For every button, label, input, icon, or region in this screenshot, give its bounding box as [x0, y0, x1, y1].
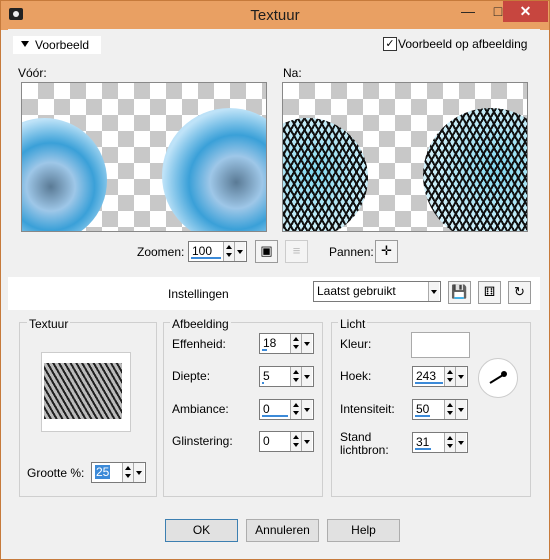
angle-spin-arrows[interactable]	[444, 367, 455, 386]
angle-value: 243	[416, 369, 437, 383]
position-label-line2: lichtbron:	[340, 443, 389, 457]
dice-icon[interactable]: ⚅	[478, 281, 501, 304]
save-icon[interactable]: 💾	[448, 281, 471, 304]
after-sphere-left	[283, 118, 368, 231]
depth-value-bar	[262, 382, 264, 384]
title-bar[interactable]: Textuur — □ ✕	[1, 1, 549, 30]
after-preview[interactable]	[282, 82, 528, 232]
ok-button[interactable]: OK	[165, 519, 238, 542]
zoom-spin-arrows[interactable]	[223, 242, 234, 261]
preview-toggle-label: Voorbeeld	[35, 38, 90, 52]
intensity-value: 50	[416, 402, 430, 416]
smoothness-value: 18	[263, 336, 277, 350]
preview-on-image-label: Voorbeeld op afbeelding	[398, 37, 528, 51]
smoothness-value-bar	[262, 349, 267, 351]
settings-label: Instellingen	[168, 287, 229, 301]
light-group-title: Licht	[338, 317, 368, 331]
pan-label: Pannen:	[329, 245, 374, 259]
position-spin-arrows[interactable]	[444, 433, 455, 452]
depth-dropdown-arrow[interactable]	[301, 367, 312, 386]
angle-dial-icon[interactable]	[478, 358, 518, 398]
shininess-value: 0	[263, 434, 270, 448]
collapse-arrow-icon	[21, 41, 29, 47]
ambiance-spin-arrows[interactable]	[290, 400, 301, 419]
after-sphere-right	[423, 108, 527, 231]
zoom-dropdown-arrow[interactable]	[234, 242, 245, 261]
zoom-label: Zoomen:	[137, 245, 185, 259]
shininess-spin-arrows[interactable]	[290, 432, 301, 451]
cancel-button[interactable]: Annuleren	[246, 519, 319, 542]
size-label: Grootte %:	[27, 466, 85, 480]
size-spinner[interactable]: 25	[91, 462, 146, 483]
angle-dropdown-arrow[interactable]	[455, 367, 466, 386]
ambiance-value-bar	[262, 415, 288, 417]
texture-swatch-frame[interactable]	[41, 352, 131, 432]
ambiance-label: Ambiance:	[172, 402, 229, 416]
depth-value: 5	[263, 369, 270, 383]
depth-label: Diepte:	[172, 369, 211, 383]
smoothness-dropdown-arrow[interactable]	[301, 334, 312, 353]
color-label: Kleur:	[340, 337, 372, 351]
size-spin-arrows[interactable]	[122, 463, 133, 482]
ambiance-spinner[interactable]: 0	[259, 399, 314, 420]
zoom-1to1-icon[interactable]: ≡	[285, 240, 308, 263]
angle-value-bar	[415, 382, 443, 384]
intensity-label: Intensiteit:	[340, 402, 395, 416]
texture-group-title: Textuur	[27, 317, 71, 331]
size-dropdown-arrow[interactable]	[133, 463, 144, 482]
preview-on-image-checkbox[interactable]: ✓	[383, 37, 397, 51]
zoom-value: 100	[192, 244, 213, 258]
position-label-line1: Stand	[340, 430, 372, 444]
preset-value: Laatst gebruikt	[317, 284, 396, 298]
shininess-label: Glinstering:	[172, 434, 233, 448]
ambiance-value: 0	[263, 402, 270, 416]
intensity-spinner[interactable]: 50	[412, 399, 468, 420]
preset-dropdown-arrow[interactable]	[428, 282, 439, 301]
preset-dropdown[interactable]: Laatst gebruikt	[313, 281, 441, 302]
size-value: 25	[95, 465, 111, 479]
angle-label: Hoek:	[340, 369, 372, 383]
position-value-bar	[415, 448, 431, 450]
zoom-value-bar	[191, 257, 221, 259]
image-group-title: Afbeelding	[170, 317, 231, 331]
after-label: Na:	[283, 66, 302, 80]
ambiance-dropdown-arrow[interactable]	[301, 400, 312, 419]
light-color-swatch[interactable]	[411, 332, 470, 358]
intensity-dropdown-arrow[interactable]	[455, 400, 466, 419]
pan-crosshair-icon[interactable]: ✛	[375, 240, 398, 263]
before-preview[interactable]	[21, 82, 267, 232]
before-sphere-left	[22, 118, 107, 231]
before-sphere-right	[162, 108, 266, 231]
close-icon[interactable]: ✕	[503, 1, 548, 22]
position-dropdown-arrow[interactable]	[455, 433, 466, 452]
texture-swatch	[44, 363, 122, 419]
depth-spinner[interactable]: 5	[259, 366, 314, 387]
help-button[interactable]: Help	[327, 519, 400, 542]
depth-spin-arrows[interactable]	[290, 367, 301, 386]
shininess-spinner[interactable]: 0	[259, 431, 314, 452]
before-label: Vóór:	[18, 66, 47, 80]
shininess-dropdown-arrow[interactable]	[301, 432, 312, 451]
smoothness-spinner[interactable]: 18	[259, 333, 314, 354]
intensity-value-bar	[415, 415, 430, 417]
position-value: 31	[416, 435, 430, 449]
minimize-icon[interactable]: —	[453, 1, 483, 22]
preview-toggle[interactable]: Voorbeeld	[13, 36, 101, 54]
intensity-spin-arrows[interactable]	[444, 400, 455, 419]
reset-icon[interactable]: ↻	[508, 281, 531, 304]
angle-spinner[interactable]: 243	[412, 366, 468, 387]
position-spinner[interactable]: 31	[412, 432, 468, 453]
smoothness-label: Effenheid:	[172, 337, 226, 351]
smoothness-spin-arrows[interactable]	[290, 334, 301, 353]
zoom-fit-icon[interactable]: ▣	[255, 240, 278, 263]
zoom-spinner[interactable]: 100	[188, 241, 247, 262]
